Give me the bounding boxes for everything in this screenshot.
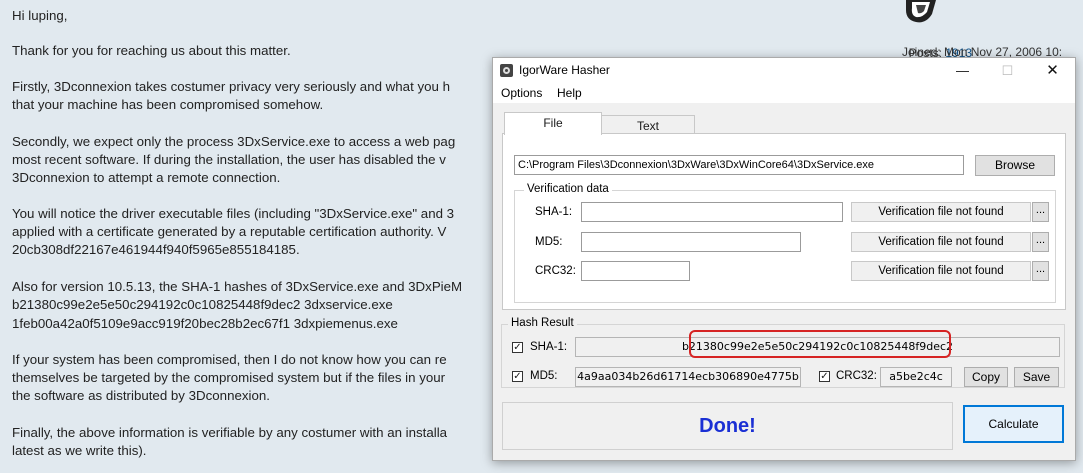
verify-md5-browse-button[interactable]: ... xyxy=(1032,232,1049,252)
crc32-result-label: CRC32: xyxy=(836,370,877,382)
file-tab-panel: C:\Program Files\3Dconnexion\3DxWare\3Dx… xyxy=(502,133,1066,310)
status-panel: Done! xyxy=(502,402,953,450)
menu-help[interactable]: Help xyxy=(557,86,582,100)
forum-line: Thank for you for reaching us about this… xyxy=(12,43,291,58)
verify-md5-input[interactable] xyxy=(581,232,801,252)
maximize-button[interactable]: ☐ xyxy=(985,58,1030,83)
verify-sha1-input[interactable] xyxy=(581,202,843,222)
crc32-checkbox[interactable]: ✓ xyxy=(819,371,830,382)
hash-result-label: Hash Result xyxy=(508,317,577,329)
md5-result-field[interactable]: 4a9aa034b26d61714ecb306890e4775b xyxy=(575,367,801,387)
sha1-checkbox[interactable]: ✓ xyxy=(512,342,523,353)
forum-line: Hi luping, xyxy=(12,8,68,23)
verify-crc32-status: Verification file not found xyxy=(851,261,1031,281)
copy-button[interactable]: Copy xyxy=(964,367,1008,387)
forum-line: that your machine has been compromised s… xyxy=(12,97,324,112)
window-title: IgorWare Hasher xyxy=(519,63,610,77)
title-bar[interactable]: IgorWare Hasher — ☐ ✕ xyxy=(493,58,1075,83)
forum-line: b21380c99e2e5e50c294192c0c10825448f9dec2… xyxy=(12,297,393,312)
verification-data-label: Verification data xyxy=(524,183,612,195)
browse-button[interactable]: Browse xyxy=(975,155,1055,176)
avatar[interactable] xyxy=(900,0,940,26)
forum-line: 1feb00a42a0f5109e9acc919f20bec28b2ec67f1… xyxy=(12,316,398,331)
verify-sha1-browse-button[interactable]: ... xyxy=(1032,202,1049,222)
forum-line: You will notice the driver executable fi… xyxy=(12,206,455,221)
save-button[interactable]: Save xyxy=(1014,367,1059,387)
verify-crc32-browse-button[interactable]: ... xyxy=(1032,261,1049,281)
verify-crc32-label: CRC32: xyxy=(535,265,576,277)
tab-file[interactable]: File xyxy=(504,112,602,135)
crc32-result-field[interactable]: a5be2c4c xyxy=(880,367,952,387)
forum-line: the software as distributed by 3Dconnexi… xyxy=(12,388,270,403)
minimize-button[interactable]: — xyxy=(940,58,985,83)
file-path-field[interactable]: C:\Program Files\3Dconnexion\3DxWare\3Dx… xyxy=(514,155,964,175)
verify-sha1-label: SHA-1: xyxy=(535,206,573,218)
menu-options[interactable]: Options xyxy=(501,86,542,100)
verify-md5-label: MD5: xyxy=(535,236,563,248)
forum-line: latest as we write this). xyxy=(12,443,147,458)
verification-data-group: Verification data SHA-1: Verification fi… xyxy=(514,183,1056,303)
forum-line: themselves be targeted by the compromise… xyxy=(12,370,446,385)
forum-line: Finally, the above information is verifi… xyxy=(12,425,448,440)
verify-md5-status: Verification file not found xyxy=(851,232,1031,252)
verify-crc32-input[interactable] xyxy=(581,261,690,281)
forum-line: Secondly, we expect only the process 3Dx… xyxy=(12,134,456,149)
status-text: Done! xyxy=(699,415,756,437)
forum-line: 20cb308df22167e461944f940f5965e855184185… xyxy=(12,242,300,257)
hasher-window: IgorWare Hasher — ☐ ✕ Options Help File … xyxy=(492,57,1076,461)
forum-line: most recent software. If during the inst… xyxy=(12,152,446,167)
calculate-button[interactable]: Calculate xyxy=(963,405,1064,443)
sha1-highlight-annotation xyxy=(689,330,951,358)
forum-line: Firstly, 3Dconnexion takes costumer priv… xyxy=(12,79,450,94)
sha1-result-label: SHA-1: xyxy=(530,341,568,353)
md5-result-label: MD5: xyxy=(530,370,558,382)
close-button[interactable]: ✕ xyxy=(1030,58,1075,83)
forum-line: Also for version 10.5.13, the SHA-1 hash… xyxy=(12,279,463,294)
md5-checkbox[interactable]: ✓ xyxy=(512,371,523,382)
forum-line: 3Dconnexion to attempt a remote connecti… xyxy=(12,170,281,185)
app-icon xyxy=(500,64,513,77)
forum-line: applied with a certificate generated by … xyxy=(12,224,447,239)
menu-bar: Options Help xyxy=(493,83,1075,103)
verify-sha1-status: Verification file not found xyxy=(851,202,1031,222)
forum-line: If your system has been compromised, the… xyxy=(12,352,447,367)
